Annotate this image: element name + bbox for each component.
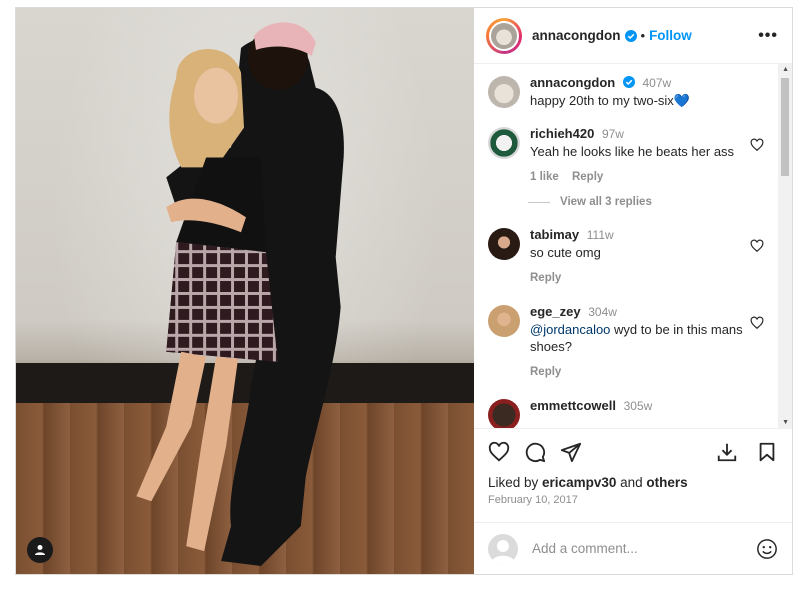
comment-text: happy 20th to my two-six💙 bbox=[530, 93, 690, 108]
comment-time[interactable]: 111w bbox=[587, 228, 614, 242]
comment-text: @jordancaloo wyd to be in this mans shoe… bbox=[530, 321, 750, 355]
verified-badge-icon bbox=[624, 29, 637, 42]
share-paper-plane-icon[interactable] bbox=[560, 441, 582, 463]
add-comment-input[interactable] bbox=[530, 540, 756, 557]
comment-text: Yeah he looks like he beats her ass bbox=[530, 144, 735, 159]
comment-item: emmettcowell 305w bbox=[488, 397, 778, 428]
default-avatar-icon bbox=[491, 539, 515, 564]
header-separator-dot: • bbox=[640, 28, 646, 43]
post-modal: annacongdon • Follow ••• ▲ ▼ annacongdon bbox=[15, 7, 793, 575]
comment-avatar[interactable] bbox=[488, 228, 520, 260]
comment-time[interactable]: 407w bbox=[642, 76, 671, 90]
like-heart-icon[interactable] bbox=[488, 441, 510, 463]
photo-couple-illustration bbox=[136, 22, 344, 567]
comment-item: tabimay 111w so cute omg Reply bbox=[488, 226, 778, 287]
scroll-up-arrow-icon[interactable]: ▲ bbox=[782, 66, 789, 73]
post-header: annacongdon • Follow ••• bbox=[474, 8, 792, 64]
comment-username[interactable]: emmettcowell bbox=[530, 398, 616, 413]
comments-list[interactable]: ▲ ▼ annacongdon 407w happy 20th to my tw… bbox=[474, 64, 792, 428]
comment-bubble-icon[interactable] bbox=[524, 441, 546, 463]
reply-button[interactable]: Reply bbox=[572, 171, 603, 183]
view-replies-label: View all 3 replies bbox=[560, 196, 652, 208]
emoji-icon[interactable] bbox=[756, 538, 778, 560]
post-date[interactable]: February 10, 2017 bbox=[474, 490, 792, 506]
more-options-icon[interactable]: ••• bbox=[758, 27, 778, 45]
verified-badge-icon bbox=[622, 76, 635, 88]
reply-button[interactable]: Reply bbox=[530, 366, 561, 378]
download-icon[interactable] bbox=[716, 441, 738, 463]
comments-scrollbar[interactable]: ▲ ▼ bbox=[778, 64, 792, 428]
post-photo[interactable] bbox=[16, 8, 474, 574]
author-avatar[interactable] bbox=[486, 17, 522, 54]
liked-by-others[interactable]: others bbox=[646, 475, 687, 490]
comment-username[interactable]: ege_zey bbox=[530, 304, 581, 319]
comment-avatar[interactable] bbox=[488, 305, 520, 337]
tagged-users-button[interactable] bbox=[27, 537, 53, 563]
save-bookmark-icon[interactable] bbox=[756, 441, 778, 463]
comment-text: so cute omg bbox=[530, 245, 601, 260]
liked-by-middle: and bbox=[616, 475, 647, 490]
scroll-down-arrow-icon[interactable]: ▼ bbox=[782, 419, 789, 426]
comment-avatar[interactable] bbox=[488, 399, 520, 428]
comment-username[interactable]: tabimay bbox=[530, 227, 579, 242]
comment-username[interactable]: annacongdon bbox=[530, 75, 615, 90]
comment-item: richieh420 97w Yeah he looks like he bea… bbox=[488, 125, 778, 186]
follow-button[interactable]: Follow bbox=[649, 28, 692, 43]
mention-link[interactable]: @jordancaloo bbox=[530, 322, 610, 337]
comment-avatar[interactable] bbox=[488, 76, 520, 108]
comment-time[interactable]: 304w bbox=[588, 305, 617, 319]
comment-time[interactable]: 97w bbox=[602, 127, 624, 141]
likes-summary: Liked by ericampv30 and others bbox=[474, 475, 792, 490]
replies-line bbox=[528, 201, 550, 203]
like-comment-heart-icon[interactable] bbox=[750, 138, 764, 152]
reply-button[interactable]: Reply bbox=[530, 272, 561, 284]
view-replies-button[interactable]: View all 3 replies bbox=[528, 196, 778, 208]
comment-time[interactable]: 305w bbox=[624, 399, 653, 413]
add-comment-bar bbox=[474, 522, 792, 574]
person-icon bbox=[35, 545, 45, 555]
author-username[interactable]: annacongdon bbox=[532, 28, 621, 43]
comment-avatar[interactable] bbox=[488, 127, 520, 159]
caption-comment: annacongdon 407w happy 20th to my two-si… bbox=[488, 74, 778, 109]
scroll-thumb[interactable] bbox=[781, 78, 789, 176]
like-comment-heart-icon[interactable] bbox=[750, 239, 764, 253]
liked-by-user[interactable]: ericampv30 bbox=[542, 475, 616, 490]
post-side-panel: annacongdon • Follow ••• ▲ ▼ annacongdon bbox=[474, 8, 792, 574]
comment-item: ege_zey 304w @jordancaloo wyd to be in t… bbox=[488, 303, 778, 381]
like-comment-heart-icon[interactable] bbox=[750, 316, 764, 330]
post-actions-bar bbox=[474, 428, 792, 475]
current-user-avatar bbox=[488, 533, 518, 564]
liked-by-prefix: Liked by bbox=[488, 475, 543, 490]
comment-likes-count[interactable]: 1 like bbox=[530, 171, 559, 183]
comment-username[interactable]: richieh420 bbox=[530, 126, 594, 141]
